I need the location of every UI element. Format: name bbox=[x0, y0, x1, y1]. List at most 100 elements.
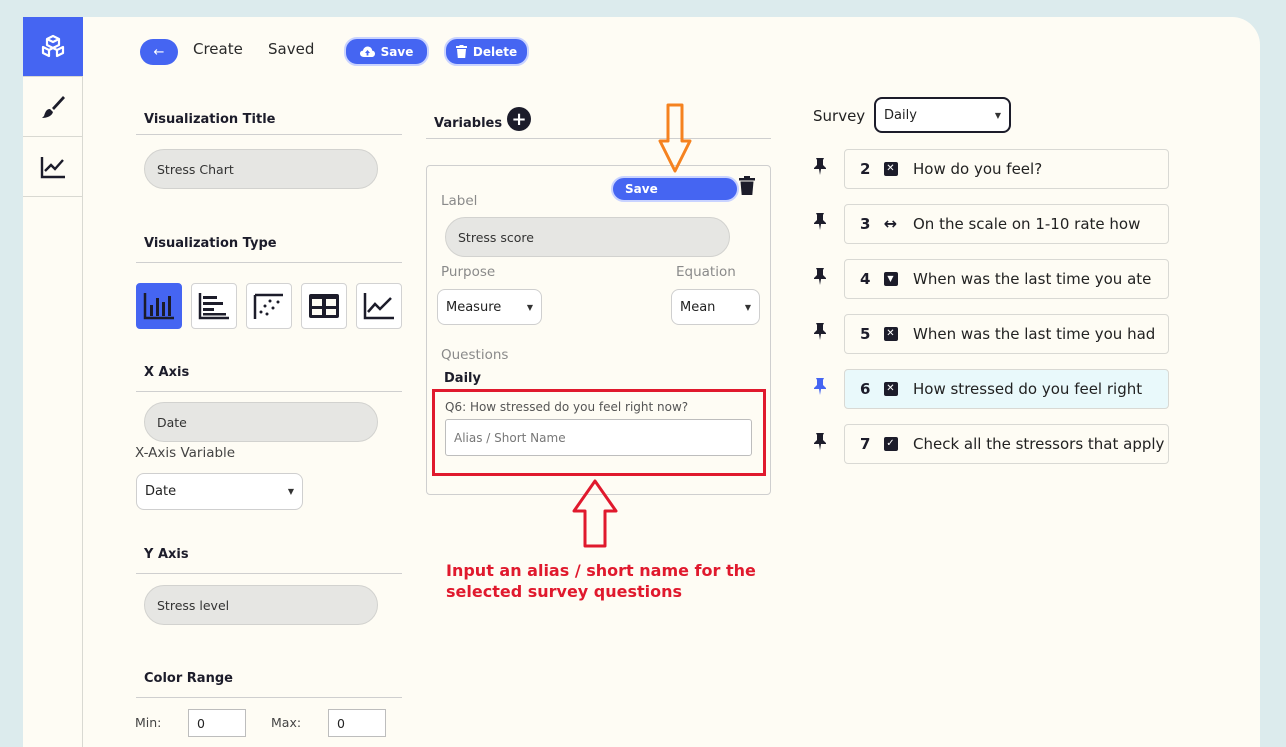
annotation-line-1: Input an alias / short name for the bbox=[446, 561, 756, 580]
pin-icon[interactable] bbox=[813, 267, 827, 289]
viz-type-line-button[interactable] bbox=[356, 283, 402, 329]
annotation-line-2: selected survey questions bbox=[446, 582, 683, 601]
viz-type-scatter-button[interactable] bbox=[246, 283, 292, 329]
equation-label: Equation bbox=[676, 264, 736, 280]
sidebar bbox=[23, 17, 83, 747]
min-input[interactable]: 0 bbox=[188, 709, 246, 737]
table-icon bbox=[309, 294, 339, 318]
alias-placeholder: Alias / Short Name bbox=[454, 430, 566, 445]
question-number: 3 bbox=[860, 215, 871, 233]
question-number: 5 bbox=[860, 325, 871, 343]
viz-type-bar-button[interactable] bbox=[136, 283, 182, 329]
save-label: Save bbox=[380, 44, 414, 59]
sidebar-item-chart[interactable] bbox=[23, 137, 83, 197]
divider bbox=[136, 134, 402, 135]
label-field-label: Label bbox=[441, 193, 478, 209]
y-axis-input[interactable]: Stress level bbox=[144, 585, 378, 625]
question-text: How do you feel? bbox=[913, 160, 1043, 178]
max-label: Max: bbox=[271, 715, 302, 730]
survey-question-row[interactable]: 7 ✓ Check all the stressors that apply bbox=[813, 424, 1169, 464]
divider bbox=[136, 262, 402, 263]
survey-question-row[interactable]: 4 ▼ When was the last time you ate bbox=[813, 259, 1169, 299]
survey-question-card[interactable]: 5 ✕ When was the last time you had bbox=[844, 314, 1169, 354]
question-text: On the scale on 1-10 rate how bbox=[913, 215, 1141, 233]
survey-label: Survey bbox=[813, 107, 866, 125]
pin-icon[interactable] bbox=[813, 432, 827, 454]
question-number: 6 bbox=[860, 380, 871, 398]
annotation-text: Input an alias / short name for the sele… bbox=[446, 560, 756, 602]
survey-group-name: Daily bbox=[444, 371, 481, 386]
x-axis-variable-label: X-Axis Variable bbox=[135, 445, 236, 461]
delete-button[interactable]: Delete bbox=[444, 37, 529, 66]
cubes-icon bbox=[41, 34, 65, 57]
purpose-value: Measure bbox=[446, 299, 502, 315]
survey-question-row[interactable]: 5 ✕ When was the last time you had bbox=[813, 314, 1169, 354]
variable-save-label: Save bbox=[625, 182, 658, 196]
survey-question-card[interactable]: 7 ✓ Check all the stressors that apply bbox=[844, 424, 1169, 464]
survey-question-card[interactable]: 6 ✕ How stressed do you feel right bbox=[844, 369, 1169, 409]
brush-icon bbox=[42, 95, 65, 118]
x-axis-variable-value: Date bbox=[145, 484, 177, 499]
alias-input[interactable]: Alias / Short Name bbox=[445, 419, 752, 456]
sidebar-item-style[interactable] bbox=[23, 77, 83, 137]
pin-icon[interactable] bbox=[813, 157, 827, 179]
variables-heading: Variables bbox=[434, 116, 503, 131]
selected-question-text: Q6: How stressed do you feel right now? bbox=[445, 400, 689, 414]
delete-label: Delete bbox=[472, 44, 518, 59]
viz-type-horizontal-bar-button[interactable] bbox=[191, 283, 237, 329]
survey-question-row[interactable]: 2 ✕ How do you feel? bbox=[813, 149, 1169, 189]
dropdown-box-icon: ▼ bbox=[883, 271, 898, 286]
equation-value: Mean bbox=[680, 299, 716, 315]
survey-question-row[interactable]: 6 ✕ How stressed do you feel right bbox=[813, 369, 1169, 409]
caret-down-icon: ▼ bbox=[994, 110, 1001, 120]
horizontal-bar-chart-icon bbox=[198, 293, 229, 320]
plus-icon: + bbox=[511, 108, 527, 130]
viz-type-heading: Visualization Type bbox=[144, 236, 277, 251]
check-box-icon: ✓ bbox=[883, 436, 898, 451]
x-box-icon: ✕ bbox=[883, 381, 898, 396]
x-box-icon: ✕ bbox=[883, 161, 898, 176]
create-link[interactable]: Create bbox=[193, 40, 243, 58]
save-button[interactable]: Save bbox=[344, 37, 429, 66]
question-number: 7 bbox=[860, 435, 871, 453]
min-label: Min: bbox=[135, 715, 162, 730]
x-axis-input[interactable]: Date bbox=[144, 402, 378, 442]
add-variable-button[interactable]: + bbox=[507, 107, 531, 131]
question-text: How stressed do you feel right bbox=[913, 380, 1143, 398]
y-axis-heading: Y Axis bbox=[144, 547, 189, 562]
max-input[interactable]: 0 bbox=[328, 709, 386, 737]
variable-save-button[interactable]: Save bbox=[611, 176, 739, 202]
arrow-left-icon: ← bbox=[153, 44, 165, 60]
red-arrow-up-icon bbox=[572, 479, 618, 548]
variable-delete-button[interactable] bbox=[739, 176, 755, 199]
question-text: When was the last time you ate bbox=[913, 270, 1152, 288]
survey-question-row[interactable]: 3 ↔ On the scale on 1-10 rate how bbox=[813, 204, 1169, 244]
bar-chart-icon bbox=[143, 293, 174, 320]
equation-select[interactable]: Mean ▼ bbox=[671, 289, 760, 325]
pin-icon[interactable] bbox=[813, 377, 827, 399]
viz-title-input[interactable]: Stress Chart bbox=[144, 149, 378, 189]
divider bbox=[136, 697, 402, 698]
survey-question-card[interactable]: 4 ▼ When was the last time you ate bbox=[844, 259, 1169, 299]
survey-question-card[interactable]: 3 ↔ On the scale on 1-10 rate how bbox=[844, 204, 1169, 244]
survey-question-card[interactable]: 2 ✕ How do you feel? bbox=[844, 149, 1169, 189]
x-axis-variable-select[interactable]: Date ▼ bbox=[136, 473, 303, 510]
arrows-horizontal-icon: ↔ bbox=[883, 214, 898, 233]
question-number: 4 bbox=[860, 270, 871, 288]
trash-icon bbox=[455, 45, 467, 58]
question-text: Check all the stressors that apply bbox=[913, 435, 1165, 453]
sidebar-item-data[interactable] bbox=[23, 17, 83, 77]
pin-icon[interactable] bbox=[813, 322, 827, 344]
questions-label: Questions bbox=[441, 347, 509, 363]
viz-type-table-button[interactable] bbox=[301, 283, 347, 329]
color-range-heading: Color Range bbox=[144, 671, 233, 686]
label-input[interactable]: Stress score bbox=[445, 217, 730, 257]
divider bbox=[136, 391, 402, 392]
trash-icon bbox=[739, 176, 755, 195]
viz-title-heading: Visualization Title bbox=[144, 112, 276, 127]
back-button[interactable]: ← bbox=[140, 39, 178, 65]
purpose-select[interactable]: Measure ▼ bbox=[437, 289, 542, 325]
pin-icon[interactable] bbox=[813, 212, 827, 234]
survey-select[interactable]: Daily ▼ bbox=[874, 97, 1011, 133]
orange-arrow-down-icon bbox=[658, 103, 692, 173]
